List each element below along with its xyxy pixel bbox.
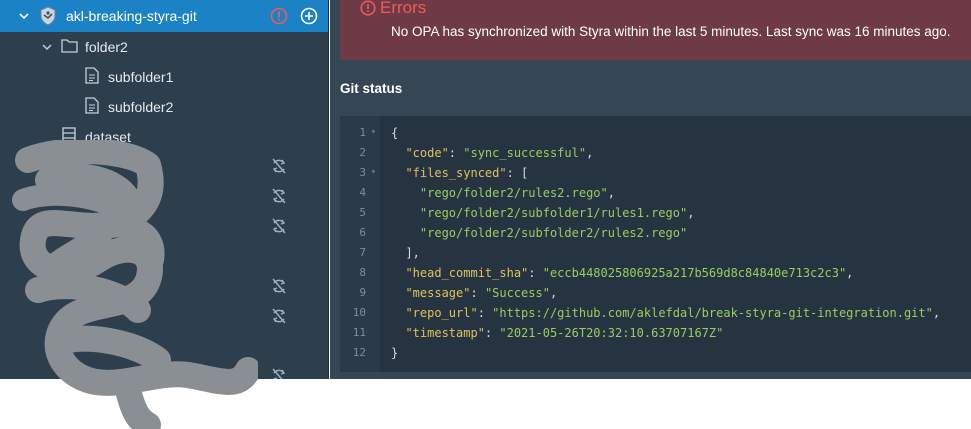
error-title: Errors xyxy=(380,0,427,17)
line-number: 9 xyxy=(359,286,366,299)
folder-icon xyxy=(61,38,78,56)
error-alert-icon[interactable] xyxy=(270,7,288,28)
code-token: "rego/folder2/subfolder2/rules2.rego" xyxy=(391,226,688,240)
code-token: "sync_successful" xyxy=(463,146,587,160)
tree-item-label: dataset xyxy=(85,129,131,145)
fold-toggle-icon[interactable]: ▾ xyxy=(371,127,376,136)
code-token: } xyxy=(391,346,399,360)
chevron-down-icon[interactable] xyxy=(40,40,54,54)
code-token: : xyxy=(448,146,464,160)
add-icon[interactable] xyxy=(300,7,318,28)
chevron-down-icon[interactable] xyxy=(17,9,31,23)
line-number: 2 xyxy=(359,146,366,159)
repo-logo-icon xyxy=(38,6,58,29)
code-token: : xyxy=(470,286,485,300)
code-line: "repo_url": "https://github.com/aklefdal… xyxy=(391,306,940,320)
code-token: "files_synced" xyxy=(391,166,507,180)
code-token: "https://github.com/aklefdal/break-styra… xyxy=(492,306,933,320)
repo-item[interactable]: akl-breaking-styra-git xyxy=(0,0,328,32)
code-token: "repo_url" xyxy=(391,306,478,320)
sync-disabled-icon[interactable] xyxy=(270,157,288,175)
code-token: , xyxy=(607,186,615,200)
tree-item-folder2[interactable]: folder2 xyxy=(0,31,328,61)
line-number: 12 xyxy=(352,346,366,359)
code-line: "files_synced": [ xyxy=(391,166,528,180)
code-line: "rego/folder2/subfolder2/rules2.rego" xyxy=(391,226,687,240)
line-number: 8 xyxy=(359,266,366,279)
tree-item-dataset[interactable]: dataset xyxy=(0,121,328,151)
git-status-title: Git status xyxy=(340,81,403,96)
code-line: "message": "Success", xyxy=(391,286,557,300)
error-message: No OPA has synchronized with Styra withi… xyxy=(391,24,951,39)
sync-disabled-icon[interactable] xyxy=(270,217,288,235)
code-token: { xyxy=(391,126,399,140)
code-token: : xyxy=(528,266,543,280)
file-icon xyxy=(85,67,99,87)
code-token: "message" xyxy=(391,286,471,300)
tree-item-label: subfolder1 xyxy=(108,69,174,85)
line-number: 4 xyxy=(359,186,366,199)
code-token: , xyxy=(549,286,558,300)
code-token: : xyxy=(477,306,493,320)
code-line: ], xyxy=(391,246,420,260)
sync-disabled-icon[interactable] xyxy=(270,367,288,379)
git-status-code-editor[interactable]: 1 ▾ 2 3 ▾ 4 5 6 7 8 9 10 11 12 { "code": "sync_succes… xyxy=(340,116,971,372)
code-token: , xyxy=(846,266,854,280)
code-token: "rego/folder2/subfolder1/rules1.rego" xyxy=(391,206,688,220)
code-token: "timestamp" xyxy=(391,326,485,340)
app-window: akl-breaking-styra-git folder2 subfolder… xyxy=(0,0,971,379)
tree-item-label: subfolder2 xyxy=(108,99,174,115)
code-token: "code" xyxy=(391,146,449,160)
line-number: 3 xyxy=(359,166,366,179)
line-number: 6 xyxy=(359,226,366,239)
code-token: "head_commit_sha" xyxy=(391,266,529,280)
code-line: "head_commit_sha": "eccb448025806925a217… xyxy=(391,266,853,280)
code-line: "rego/folder2/subfolder1/rules1.rego", xyxy=(391,206,695,220)
code-token: , xyxy=(687,206,695,220)
fold-toggle-icon[interactable]: ▾ xyxy=(371,167,376,176)
line-number: 7 xyxy=(359,246,366,259)
code-line: "code": "sync_successful", xyxy=(391,146,593,160)
sync-disabled-icon[interactable] xyxy=(270,187,288,205)
line-number: 5 xyxy=(359,206,366,219)
dataset-icon xyxy=(62,127,76,147)
repo-name: akl-breaking-styra-git xyxy=(66,8,197,24)
error-circle-icon xyxy=(360,0,376,21)
main-panel: Errors No OPA has synchronized with Styr… xyxy=(330,0,971,379)
tree-item-label: folder2 xyxy=(85,39,128,55)
code-token: "rego/folder2/rules2.rego" xyxy=(391,186,608,200)
tree-item-subfolder1[interactable]: subfolder1 xyxy=(0,61,328,91)
code-token: : [ xyxy=(506,166,529,180)
sync-disabled-icon[interactable] xyxy=(270,277,288,295)
code-token: "eccb448025806925a217b569d8c84840e713c2c… xyxy=(542,266,847,280)
file-icon xyxy=(85,97,99,117)
code-token: , xyxy=(932,306,941,320)
sidebar: akl-breaking-styra-git folder2 subfolder… xyxy=(0,0,329,379)
error-banner: Errors No OPA has synchronized with Styr… xyxy=(340,0,971,60)
code-token: "Success" xyxy=(484,286,550,300)
code-line: "rego/folder2/rules2.rego", xyxy=(391,186,615,200)
code-line: } xyxy=(391,346,398,360)
line-number-gutter: 1 ▾ 2 3 ▾ 4 5 6 7 8 9 10 11 12 xyxy=(340,116,380,372)
line-number: 11 xyxy=(352,326,366,339)
line-number: 10 xyxy=(352,306,366,319)
code-line: "timestamp": "2021-05-26T20:32:10.637071… xyxy=(391,326,723,340)
code-token: , xyxy=(586,146,594,160)
code-token: : xyxy=(484,326,500,340)
code-line: { xyxy=(391,126,398,140)
line-number: 1 xyxy=(359,126,366,139)
code-token: ], xyxy=(391,246,420,260)
code-token: "2021-05-26T20:32:10.63707167Z" xyxy=(499,326,724,340)
tree-item-subfolder2[interactable]: subfolder2 xyxy=(0,91,328,121)
sync-disabled-icon[interactable] xyxy=(270,307,288,325)
